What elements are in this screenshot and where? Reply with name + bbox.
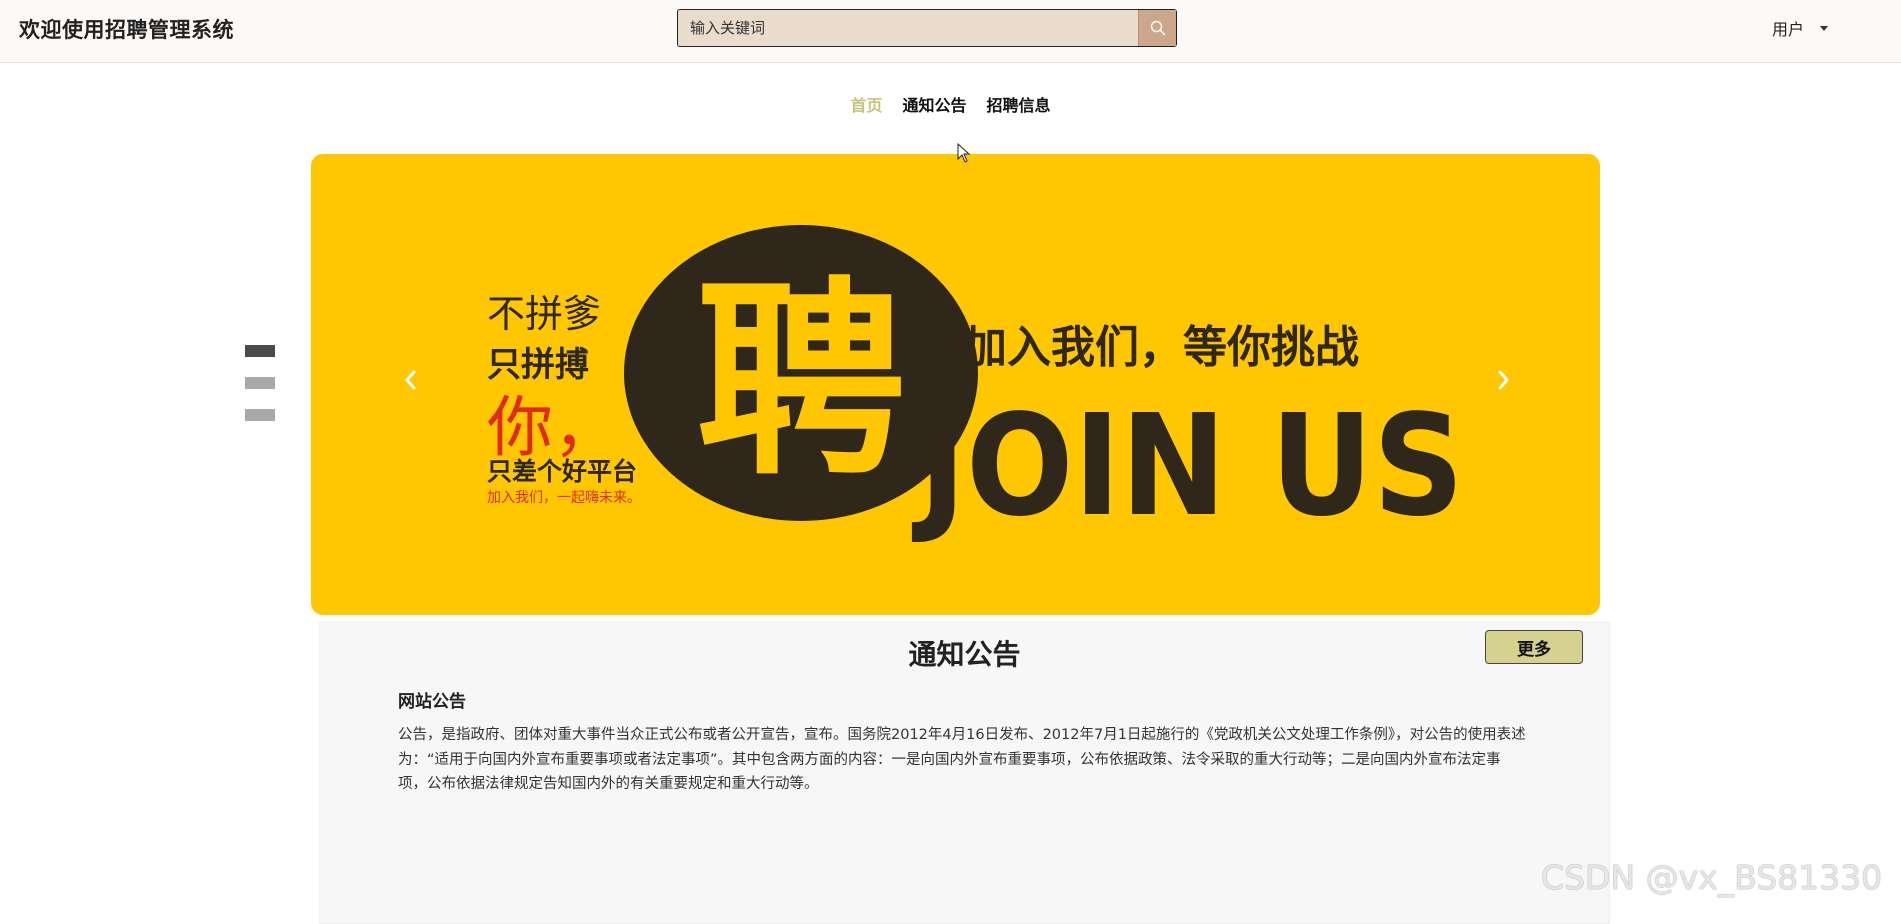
top-header: 欢迎使用招聘管理系统 用户 (0, 0, 1901, 63)
carousel-prev-button[interactable] (399, 366, 421, 394)
nav-item-notices[interactable]: 通知公告 (902, 92, 966, 116)
banner-line-2: 只拼搏 (487, 345, 589, 385)
notice-section: 通知公告 更多 网站公告 公告，是指政府、团体对重大事件当众正式公布或者公开宣告… (319, 622, 1610, 924)
user-menu-label: 用户 (1772, 20, 1805, 39)
banner-line-5: 加入我们，一起嗨未来。 (487, 490, 641, 506)
banner-line-1: 不拼爹 (487, 292, 601, 336)
main-nav: 首页 通知公告 招聘信息 (0, 92, 1901, 116)
nav-item-jobs[interactable]: 招聘信息 (987, 92, 1051, 116)
more-button[interactable]: 更多 (1485, 630, 1583, 664)
chevron-left-icon (405, 370, 416, 390)
watermark: CSDN @vx_BS81330 (1541, 858, 1883, 897)
mouse-cursor-icon (957, 143, 971, 163)
search-bar (677, 9, 1177, 47)
banner-line-4: 只差个好平台 (487, 457, 637, 486)
search-button[interactable] (1138, 10, 1176, 46)
chevron-right-icon (1498, 370, 1509, 390)
carousel-next-button[interactable] (1493, 366, 1515, 394)
notice-body: 公告，是指政府、团体对重大事件当众正式公布或者公开宣告，宣布。国务院2012年4… (398, 727, 1526, 792)
section-title: 通知公告 (908, 638, 1021, 671)
carousel-indicators (245, 345, 275, 441)
banner-carousel[interactable]: 不拼爹 只拼搏 你， 只差个好平台 加入我们，一起嗨未来。 聘 加入我们，等你挑… (311, 154, 1600, 615)
site-title: 欢迎使用招聘管理系统 (19, 18, 234, 42)
search-icon (1150, 20, 1165, 36)
carousel-indicator-2[interactable] (245, 377, 275, 389)
banner-join-us: JOIN US (912, 385, 1464, 548)
nav-item-home[interactable]: 首页 (850, 92, 882, 116)
search-input[interactable] (678, 10, 1140, 46)
carousel-indicator-3[interactable] (245, 409, 275, 421)
caret-down-icon (1820, 25, 1829, 31)
banner-headline: 加入我们，等你挑战 (963, 322, 1359, 373)
notice-title[interactable]: 网站公告 (398, 687, 466, 712)
banner-line-3: 你， (487, 389, 619, 466)
carousel-indicator-1[interactable] (245, 345, 275, 357)
logo-glyph: 聘 (696, 259, 906, 504)
user-menu[interactable]: 用户 (1772, 16, 1829, 40)
banner-image: 不拼爹 只拼搏 你， 只差个好平台 加入我们，一起嗨未来。 聘 加入我们，等你挑… (487, 225, 1464, 548)
